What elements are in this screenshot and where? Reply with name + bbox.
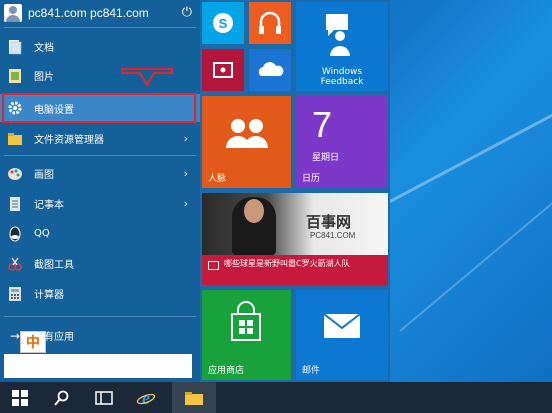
svg-text:e: e [142,388,150,408]
news-icon [208,261,219,270]
menu-item-label: 画图 [34,170,54,181]
menu-item-file-explorer[interactable]: 文件资源管理器 › [0,125,200,152]
wallpaper-light-beam [389,78,552,203]
svg-text:S: S [219,16,228,31]
start-menu-left-pane: pc841.com pc841.com ⏻ 文档 图片 电脑设置 文件资源管理器… [0,0,200,382]
taskbar-file-explorer[interactable] [172,382,216,413]
user-account[interactable]: pc841.com pc841.com [0,0,200,26]
menu-item-label: QQ [34,228,50,239]
wallpaper-light-beam [399,201,552,332]
taskbar-search-button[interactable] [42,382,82,413]
taskbar-internet-explorer[interactable]: e [126,382,166,413]
qq-icon [6,225,24,243]
annotation-highlight-box [2,93,196,123]
notepad-icon [6,195,24,213]
tile-label: 邮件 [302,366,321,376]
submenu-arrow-icon[interactable]: › [184,167,188,180]
pictures-icon [6,67,24,85]
tile-news[interactable]: 百事网 PC841.COM 哪些球星是新野叫嚣C罗火箭湖人队 [202,193,388,285]
tile-label: 人脉 [208,174,227,184]
start-button[interactable] [0,382,40,413]
news-photo [202,193,388,255]
tile-video[interactable] [202,49,244,91]
tile-onedrive[interactable] [249,49,291,91]
mail-icon [323,313,361,338]
tile-store[interactable]: 应用商店 [202,290,291,380]
search-icon [54,390,69,406]
divider [4,316,196,317]
tile-music[interactable] [249,2,291,44]
menu-item-notepad[interactable]: 记事本 › [0,190,200,217]
tile-label: 日历 [302,174,321,184]
skype-icon: S [213,13,233,33]
menu-item-qq[interactable]: QQ [0,220,200,247]
feedback-icon [326,14,350,56]
folder-icon [6,130,24,148]
paint-icon [6,165,24,183]
calendar-day: 7 [312,104,333,145]
ime-indicator[interactable]: 中 [20,331,46,353]
store-bag-icon [231,301,261,341]
user-name: pc841.com pc841.com [28,6,149,20]
power-icon[interactable]: ⏻ [182,5,192,20]
search-input[interactable] [4,354,192,378]
tile-skype[interactable]: S [202,2,244,44]
calendar-weekday: 星期日 [312,153,340,163]
tile-calendar[interactable]: 7 星期日 日历 [296,96,388,188]
tile-windows-feedback[interactable]: Windows Feedback [296,2,388,91]
menu-item-label: 计算器 [34,290,64,301]
folder-icon [185,391,203,405]
video-icon [213,62,233,78]
windows-logo-icon [12,389,28,406]
start-menu: pc841.com pc841.com ⏻ 文档 图片 电脑设置 文件资源管理器… [0,0,390,382]
tile-label: Windows Feedback [320,67,364,87]
menu-item-label: 截图工具 [34,260,74,271]
menu-item-label: 文件资源管理器 [34,135,104,146]
menu-item-paint[interactable]: 画图 › [0,160,200,187]
menu-item-calculator[interactable]: 计算器 [0,280,200,307]
annotation-arrow-icon [121,68,173,87]
menu-item-label: 图片 [34,72,54,83]
news-watermark-url: PC841.COM [310,231,356,240]
task-view-button[interactable] [84,382,124,413]
headphones-icon [259,11,281,34]
menu-item-snipping-tool[interactable]: 截图工具 [0,250,200,277]
tile-mail[interactable]: 邮件 [296,290,388,380]
menu-item-label: 文档 [34,43,54,54]
divider [4,27,196,28]
menu-item-label: 记事本 [34,200,64,211]
people-icon [226,119,268,148]
taskbar: e [0,382,552,413]
news-caption: 哪些球星是新野叫嚣C罗火箭湖人队 [224,259,350,268]
divider [4,155,196,156]
task-view-icon [95,390,113,405]
news-photo-face [244,199,264,223]
news-watermark: 百事网 [306,214,352,231]
submenu-arrow-icon[interactable]: › [184,132,188,145]
tile-people[interactable]: 人脉 [202,96,291,188]
submenu-arrow-icon[interactable]: › [184,197,188,210]
cloud-icon [258,62,284,76]
menu-item-documents[interactable]: 文档 [0,33,200,60]
tile-label: 应用商店 [208,366,245,376]
calculator-icon [6,285,24,303]
internet-explorer-icon: e [136,388,156,408]
documents-icon [6,38,24,56]
user-avatar-icon [4,4,22,22]
snipping-tool-icon [6,255,24,273]
